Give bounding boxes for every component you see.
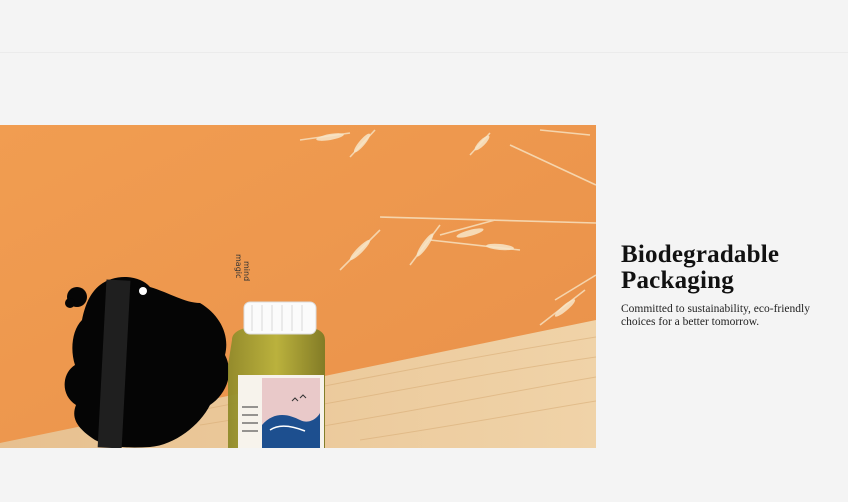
bottle-brand-line2: mind — [242, 261, 251, 282]
feature-description-line1: Committed to sustainability, eco-friendl… — [621, 303, 810, 315]
product-photo: magic mind — [0, 125, 596, 448]
feature-title-line1: Biodegradable — [621, 241, 780, 268]
top-header-bar — [0, 0, 848, 53]
feature-description-line2: choices for a better tomorrow. — [621, 316, 760, 328]
feature-title-line2: Packaging — [621, 267, 734, 294]
feature-text-panel: Biodegradable Packaging Committed to sus… — [621, 242, 831, 329]
feature-title: Biodegradable Packaging — [621, 242, 831, 294]
feature-description: Committed to sustainability, eco-friendl… — [621, 303, 831, 329]
